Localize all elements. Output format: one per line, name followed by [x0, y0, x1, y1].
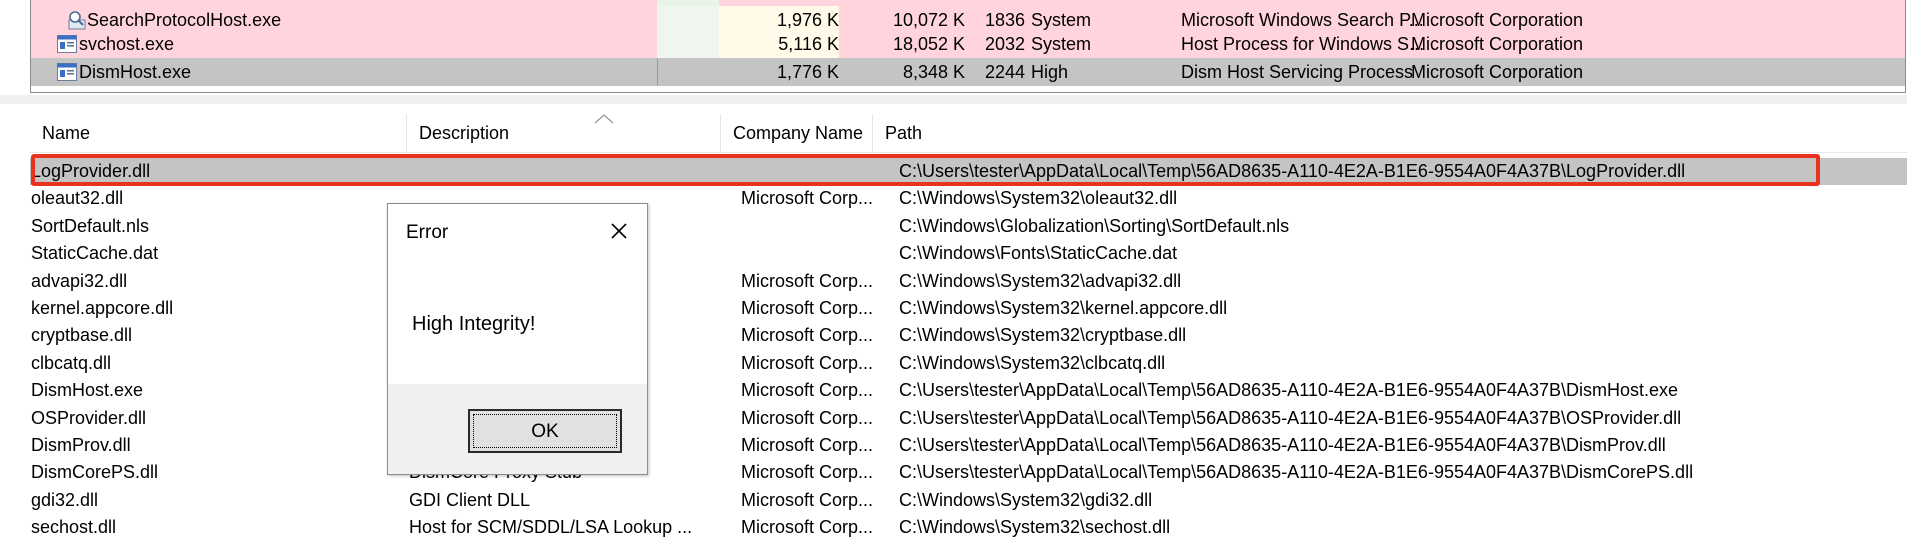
dll-company: Microsoft Corp... — [741, 380, 874, 401]
dll-row[interactable]: clbcatq.dllgMicrosoft Corp...C:\Windows\… — [30, 350, 1907, 377]
dll-name: kernel.appcore.dll — [31, 298, 174, 318]
dll-path: C:\Windows\System32\oleaut32.dll — [899, 188, 1178, 209]
dll-row[interactable]: cryptbase.dllLLMicrosoft Corp...C:\Windo… — [30, 322, 1907, 349]
dll-name: gdi32.dll — [31, 489, 99, 510]
dll-path: C:\Users\tester\AppData\Local\Temp\56AD8… — [899, 161, 1686, 181]
process-description: Host Process for Windows S... — [1181, 34, 1425, 54]
dll-path: C:\Windows\System32\clbcatq.dll — [899, 352, 1166, 373]
dll-name: cryptbase.dll — [31, 325, 133, 346]
dll-description — [409, 158, 719, 185]
dll-company: Microsoft Corp... — [741, 352, 874, 373]
process-pid: 2032 — [985, 34, 1026, 54]
dll-path: C:\Windows\System32\sechost.dll — [899, 517, 1171, 538]
dll-row[interactable]: DismHost.exessMicrosoft Corp...C:\Users\… — [30, 377, 1907, 404]
dll-row[interactable]: sechost.dll Host for SCM/SDDL/LSA Lookup … — [30, 514, 1907, 541]
dll-company: Microsoft Corp... — [741, 188, 874, 209]
dll-name: StaticCache.dat — [31, 243, 159, 264]
dll-row[interactable]: gdi32.dll GDI Client DLL Microsoft Corp...… — [30, 487, 1907, 514]
dll-company: Microsoft Corp... — [741, 407, 874, 428]
process-name: DismHost.exe — [79, 62, 192, 82]
dism-host-icon — [57, 63, 77, 81]
dll-description: GDI Client DLL — [409, 489, 531, 510]
ok-button-label: OK — [473, 414, 617, 448]
column-header-description[interactable]: Description — [407, 114, 721, 152]
dll-row[interactable]: StaticCache.dat C:\Windows\Fonts\StaticCa… — [30, 240, 1907, 267]
dll-name: LogProvider.dll — [31, 161, 151, 181]
process-working-set: 18,052 K — [892, 34, 965, 54]
dll-row[interactable]: DismProv.dll Microsoft Corp... C:\Users\te… — [30, 432, 1907, 459]
column-header-name[interactable]: Name — [30, 114, 407, 152]
dll-company: Microsoft Corp... — [741, 517, 874, 538]
process-list-pane: SearchProtocolHost.exe 1,976 K 10,072 K … — [0, 0, 1907, 97]
process-company: Microsoft Corporation — [1411, 34, 1584, 54]
process-private-bytes: 5,116 K — [778, 34, 839, 54]
dll-path: C:\Windows\Fonts\StaticCache.dat — [899, 243, 1178, 264]
process-company: Microsoft Corporation — [1411, 62, 1584, 82]
dll-name: sechost.dll — [31, 517, 117, 538]
dll-name: clbcatq.dll — [31, 352, 112, 373]
process-list: SearchProtocolHost.exe 1,976 K 10,072 K … — [30, 0, 1906, 93]
process-row[interactable]: svchost.exe 5,116 K 18,052 K 2032 System… — [31, 30, 1905, 58]
column-header-path[interactable]: Path — [873, 114, 1907, 152]
dll-list-header: Name Description Company Name Path — [30, 114, 1907, 153]
dll-company: Microsoft Corp... — [741, 325, 874, 346]
process-name: svchost.exe — [79, 34, 175, 54]
dll-row[interactable]: SortDefault.nls C:\Windows\Globalization\… — [30, 213, 1907, 240]
close-icon[interactable] — [606, 218, 632, 244]
dll-row[interactable]: OSProvider.dllerMicrosoft Corp...C:\User… — [30, 405, 1907, 432]
ok-button[interactable]: OK — [468, 409, 622, 453]
dll-name: SortDefault.nls — [31, 215, 150, 236]
pane-splitter[interactable] — [0, 95, 1907, 104]
column-header-company[interactable]: Company Name — [721, 114, 873, 152]
process-private-bytes: 1,776 K — [776, 62, 839, 82]
dialog-button-area: OK — [388, 384, 647, 474]
dll-company: Microsoft Corp... — [741, 270, 874, 291]
dialog-message: High Integrity! — [412, 313, 536, 335]
process-integrity: High — [1031, 62, 1069, 82]
dll-row-selected[interactable]: LogProvider.dll C:\Users\tester\AppData\L… — [30, 158, 1907, 185]
dll-row[interactable]: advapi32.dllse APIMicrosoft Corp...C:\Wi… — [30, 268, 1907, 295]
dll-company: Microsoft Corp... — [741, 462, 874, 483]
dll-company — [741, 240, 881, 267]
dialog-title: Error — [406, 222, 449, 243]
service-host-icon — [57, 35, 77, 53]
dll-company: Microsoft Corp... — [741, 298, 874, 318]
dll-company: Microsoft Corp... — [741, 489, 874, 510]
process-pid: 2244 — [985, 62, 1026, 82]
dll-path: C:\Windows\System32\cryptbase.dll — [899, 325, 1187, 346]
dll-path: C:\Users\tester\AppData\Local\Temp\56AD8… — [899, 407, 1682, 428]
process-row-selected[interactable]: DismHost.exe 1,776 K 8,348 K 2244 High D… — [31, 58, 1905, 86]
dll-row[interactable]: oleaut32.dll Microsoft Corp... C:\Windows\… — [30, 185, 1907, 212]
dll-name: DismProv.dll — [31, 435, 131, 455]
dll-path: C:\Users\tester\AppData\Local\Temp\56AD8… — [899, 435, 1666, 455]
dll-name: OSProvider.dll — [31, 407, 147, 428]
dll-path: C:\Windows\System32\kernel.appcore.dll — [899, 298, 1228, 318]
dll-path: C:\Windows\System32\advapi32.dll — [899, 270, 1182, 291]
dll-path: C:\Users\tester\AppData\Local\Temp\56AD8… — [899, 380, 1679, 401]
process-working-set: 8,348 K — [902, 62, 965, 82]
dll-row[interactable]: kernel.appcore.dll Microsoft Corp... C:\Wi… — [30, 295, 1907, 322]
dll-company — [741, 158, 881, 185]
process-description: Dism Host Servicing Process — [1181, 62, 1414, 82]
process-integrity: System — [1031, 34, 1092, 54]
dll-company: Microsoft Corp... — [741, 435, 874, 455]
dll-name: oleaut32.dll — [31, 188, 124, 209]
dll-name: DismCorePS.dll — [31, 462, 159, 483]
dll-description: Host for SCM/SDDL/LSA Lookup ... — [409, 517, 693, 538]
dll-path: C:\Windows\System32\gdi32.dll — [899, 489, 1153, 510]
dll-name: DismHost.exe — [31, 380, 144, 401]
sort-ascending-icon — [594, 114, 614, 124]
dll-row[interactable]: DismCorePS.dllDismCore Proxy StubMicroso… — [30, 459, 1907, 486]
error-dialog: Error High Integrity! OK — [387, 203, 648, 475]
search-protocol-host-icon — [68, 11, 86, 30]
dll-name: advapi32.dll — [31, 270, 128, 291]
dll-path: C:\Windows\Globalization\Sorting\SortDef… — [899, 215, 1290, 236]
dll-path: C:\Users\tester\AppData\Local\Temp\56AD8… — [899, 462, 1694, 483]
dll-company — [741, 213, 881, 240]
